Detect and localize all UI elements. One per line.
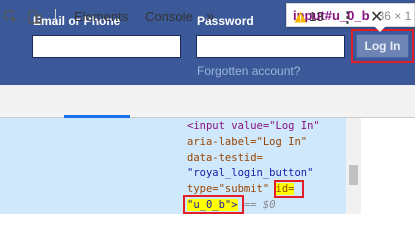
warning-count[interactable]: 13 (309, 0, 323, 33)
login-button-highlight (351, 29, 414, 63)
code-dollar-ref: == $0 (243, 199, 276, 211)
id-value-highlight (183, 195, 244, 214)
code-text: <input value="Log In" (187, 120, 320, 132)
more-tabs-icon[interactable]: » (206, 0, 214, 33)
code-text: aria-label="Log In" (187, 136, 308, 148)
code-line[interactable]: <input value="Log In" (187, 118, 320, 135)
toolbar-separator (55, 9, 56, 25)
warning-icon[interactable] (294, 0, 307, 33)
code-text: data-testid= (187, 152, 263, 164)
scrollbar-thumb[interactable] (349, 165, 358, 185)
device-toolbar-icon[interactable] (28, 0, 42, 33)
sidebar-pane (361, 118, 415, 214)
password-field[interactable] (196, 35, 345, 58)
more-options-icon[interactable]: ⋮ (340, 0, 355, 33)
code-text: "royal_login_button" (187, 167, 314, 179)
tab-elements[interactable]: Elements (74, 0, 128, 33)
id-attr-highlight (274, 180, 304, 198)
devtools-toolbar (0, 85, 415, 118)
code-line[interactable]: aria-label="Log In" (187, 134, 307, 151)
tab-console[interactable]: Console (145, 0, 193, 33)
email-field[interactable] (32, 35, 181, 58)
code-type-attr: type="submit" (187, 183, 270, 195)
close-icon[interactable]: ✕ (370, 0, 383, 33)
forgotten-account-link[interactable]: Forgotten account? (197, 64, 300, 78)
inspect-element-icon[interactable] (4, 0, 18, 33)
